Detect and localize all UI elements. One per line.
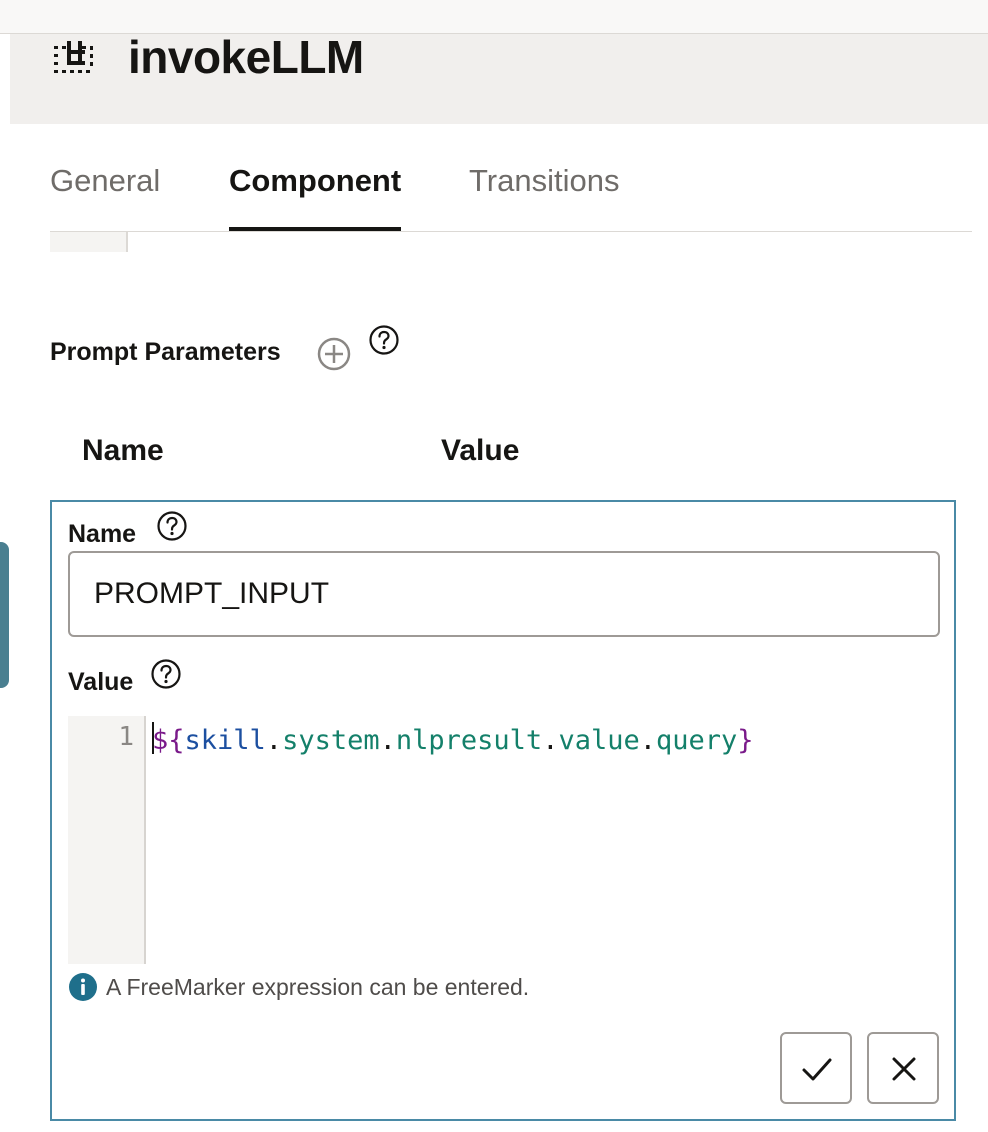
token-query: query [656, 725, 738, 756]
prompt-parameters-title: Prompt Parameters [50, 338, 281, 366]
token-dot: . [265, 725, 283, 756]
help-icon[interactable] [368, 324, 400, 356]
token-value: value [558, 725, 640, 756]
cancel-button[interactable] [867, 1032, 939, 1104]
tab-component[interactable]: Component [229, 160, 402, 231]
value-help-icon[interactable] [150, 658, 182, 690]
line-number: 1 [118, 722, 134, 752]
side-panel-handle[interactable] [0, 542, 9, 688]
name-label: Name [68, 520, 137, 548]
scroll-region-stub [50, 232, 128, 252]
info-icon [69, 973, 97, 1001]
token-dot: . [639, 725, 656, 756]
page-title: invokeLLM [128, 31, 364, 83]
name-help-icon[interactable] [156, 510, 188, 542]
tab-bar: General Component Transitions [50, 160, 972, 232]
tab-general[interactable]: General [50, 160, 160, 231]
value-code-editor[interactable]: 1 ${skill.system.nlpresult.value.query} [68, 716, 940, 964]
parameter-editor: Name Value 1 ${skill.system.nlpresult.va… [50, 500, 956, 1121]
column-header-value: Value [441, 434, 520, 467]
token-close: } [737, 725, 754, 756]
top-bar [0, 0, 988, 34]
token-system: system [282, 725, 380, 756]
token-open: ${ [152, 725, 185, 756]
value-label: Value [68, 668, 134, 696]
check-icon [802, 1058, 832, 1081]
token-dot: . [379, 725, 396, 756]
token-skill: skill [184, 725, 266, 756]
token-nlpresult: nlpresult [395, 725, 543, 756]
add-parameter-icon[interactable] [316, 336, 352, 372]
code-line[interactable]: ${skill.system.nlpresult.value.query} [152, 722, 754, 756]
tab-transitions[interactable]: Transitions [469, 160, 619, 231]
close-icon [892, 1057, 916, 1081]
hint-text: A FreeMarker expression can be entered. [106, 974, 530, 1000]
line-number-gutter: 1 [68, 716, 146, 964]
component-icon [54, 41, 93, 73]
freemarker-hint: A FreeMarker expression can be entered. [68, 972, 529, 1002]
name-input[interactable] [68, 551, 940, 637]
page-header: invokeLLM [10, 31, 988, 124]
column-header-name: Name [82, 434, 164, 467]
token-dot: . [542, 725, 559, 756]
confirm-button[interactable] [780, 1032, 852, 1104]
